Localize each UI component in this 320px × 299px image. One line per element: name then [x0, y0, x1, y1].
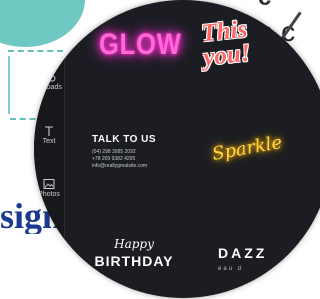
magnifier-lens: Uploads Text Photos GLOW This you! TALK … — [34, 0, 320, 298]
sidebar-icon — [45, 229, 53, 237]
template-heading: BIRTHDAY — [94, 253, 174, 269]
template-talk-to-us[interactable]: TALK TO US (04) 298 3985 2092 +78 209 93… — [92, 135, 156, 169]
template-sparkle[interactable]: Sparkle — [211, 132, 284, 165]
sidebar-item-label: Photos — [38, 191, 60, 198]
sidebar-item-photos[interactable]: Photos — [34, 178, 64, 198]
sidebar-item-text[interactable]: Text — [34, 125, 64, 145]
template-line: +78 209 9382 4295 — [92, 155, 136, 162]
sidebar-item-label: Text — [42, 138, 56, 145]
template-this-is-you[interactable]: This you! — [200, 16, 252, 72]
template-line: info@reallygreatsite.com — [92, 162, 148, 169]
sidebar-item-uploads[interactable]: Uploads — [34, 72, 64, 91]
sidebar-item-label: Uploads — [36, 84, 62, 91]
editor-sidebar: Uploads Text Photos — [34, 0, 65, 298]
template-script-text: Happy — [114, 237, 154, 251]
teal-divider — [8, 56, 10, 114]
template-heading: TALK TO US — [92, 134, 157, 145]
background-heading-fragment: c — [258, 0, 271, 10]
template-line: (04) 298 3985 2092 — [92, 149, 136, 155]
cloud-upload-icon — [43, 73, 55, 82]
text-icon — [45, 126, 53, 136]
template-subtitle: eau d — [218, 266, 244, 272]
template-glow[interactable]: GLOW — [99, 30, 182, 60]
template-dazz[interactable]: DAZZ eau d — [218, 246, 267, 272]
template-happy-birthday[interactable]: Happy BIRTHDAY — [94, 238, 174, 269]
sidebar-item-partial[interactable] — [34, 228, 64, 238]
template-heading: DAZZ — [218, 245, 268, 261]
template-text-line: you! — [201, 39, 252, 72]
image-icon — [43, 179, 55, 189]
